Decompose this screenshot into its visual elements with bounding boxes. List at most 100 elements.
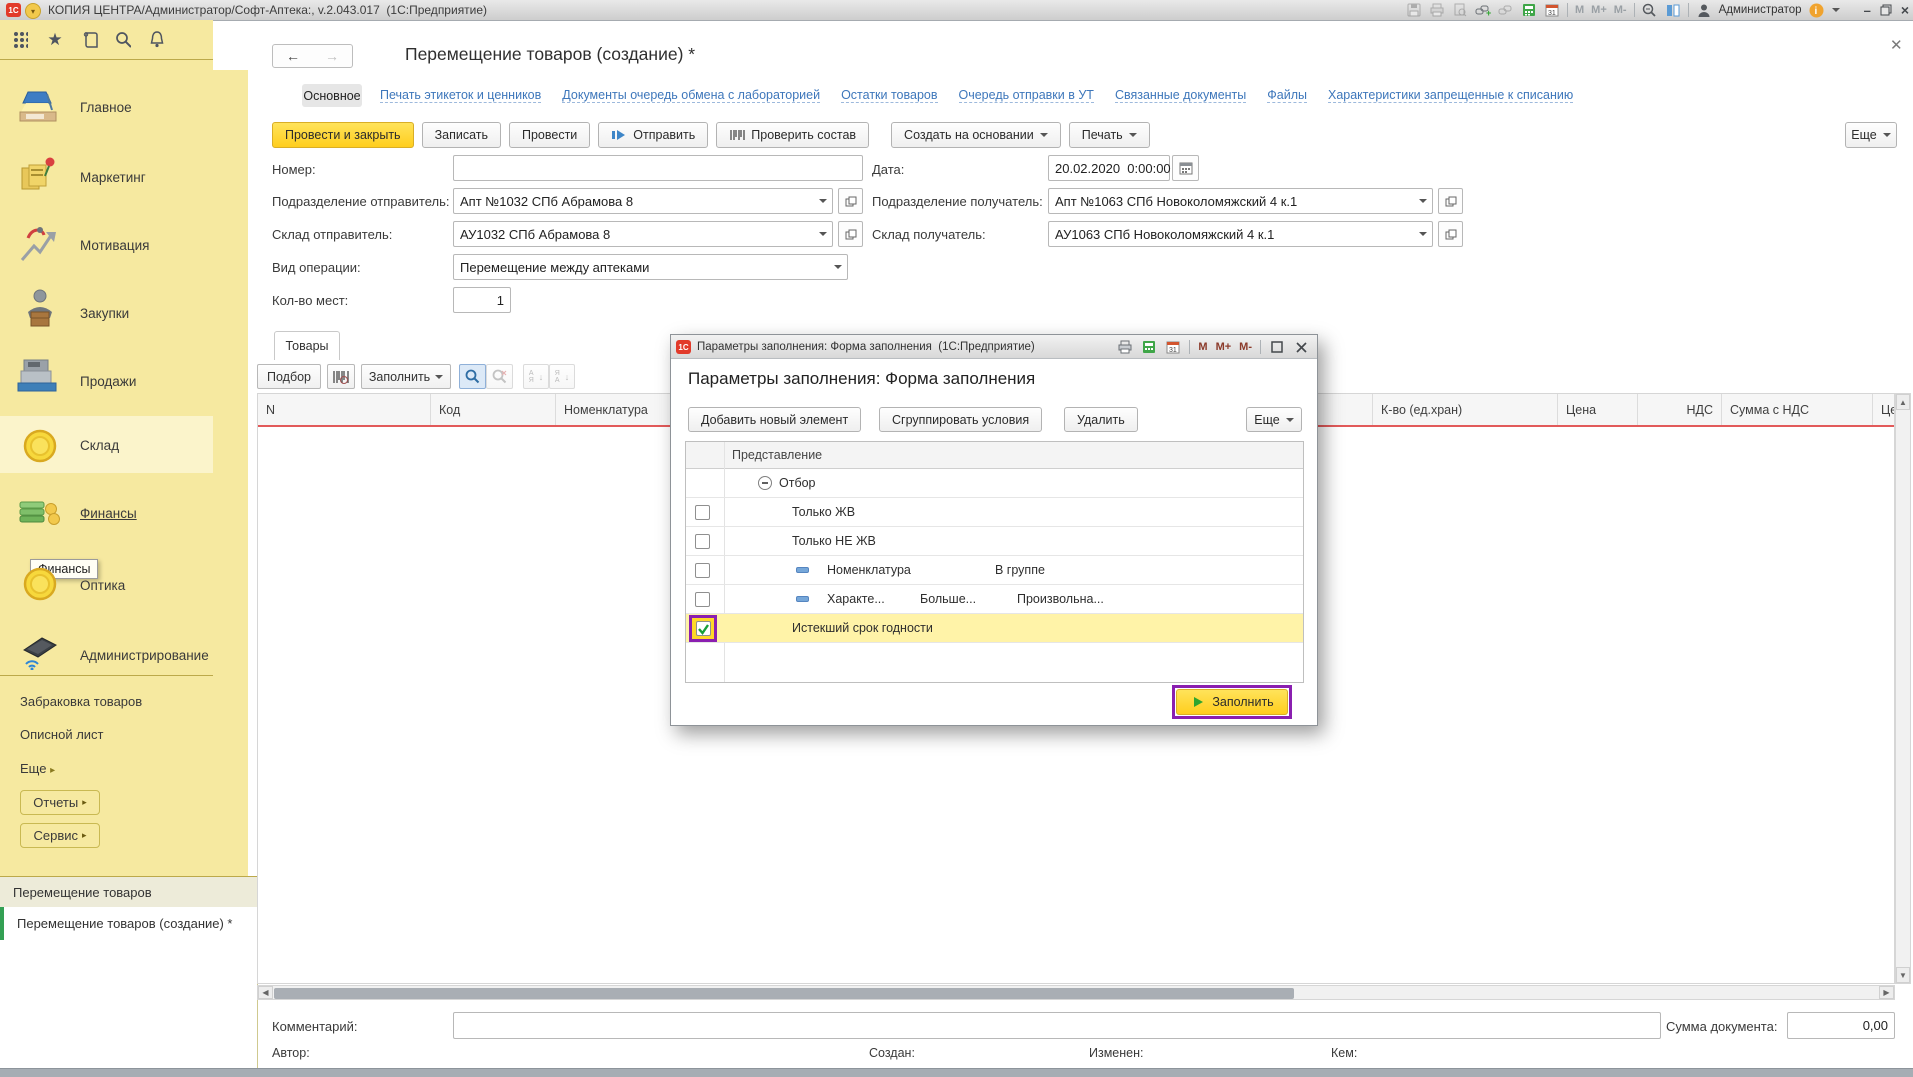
chevron-down-icon[interactable] (814, 199, 832, 203)
chevron-down-icon[interactable] (1414, 199, 1432, 203)
tab-harakteristiki[interactable]: Характеристики запрещенные к списанию (1328, 88, 1573, 103)
col-cena[interactable]: Цена (1558, 394, 1638, 425)
collapse-minus-icon[interactable] (758, 476, 772, 490)
wh-from-open-button[interactable] (838, 221, 863, 247)
chevron-down-icon[interactable] (829, 265, 847, 269)
wh-to-combo[interactable]: АУ1063 СПб Новоколомяжский 4 к.1 (1048, 221, 1433, 247)
print-button[interactable]: Печать (1069, 122, 1150, 148)
condition-row[interactable]: Только НЕ ЖВ (686, 527, 1303, 556)
wh-to-open-button[interactable] (1438, 221, 1463, 247)
sidebar-item-glavnoe[interactable]: Главное (0, 78, 213, 140)
maximize-icon[interactable] (1269, 339, 1285, 355)
col-kvo-ed[interactable]: К-во (ед.хран) (1373, 394, 1558, 425)
wh-from-combo[interactable]: АУ1032 СПб Абрамова 8 (453, 221, 833, 247)
horizontal-scrollbar[interactable]: ◀ ▶ (257, 985, 1895, 1000)
history-icon[interactable] (82, 32, 98, 48)
post-button[interactable]: Провести (509, 122, 590, 148)
dialog-titlebar[interactable]: 1С Параметры заполнения: Форма заполнени… (671, 335, 1317, 359)
sidebar-item-finansy[interactable]: Финансы (0, 484, 213, 546)
notifications-bell-icon[interactable] (148, 32, 164, 48)
dep-to-open-button[interactable] (1438, 188, 1463, 214)
dialog-more-button[interactable]: Еще (1246, 407, 1302, 432)
col-kod[interactable]: Код (431, 394, 556, 425)
memory-mplus-button[interactable]: M+ (1216, 341, 1232, 353)
scroll-up-icon[interactable]: ▲ (1896, 394, 1910, 410)
tab-dokumenty-ochered[interactable]: Документы очередь обмена с лабораторией (562, 88, 820, 103)
checkbox-unchecked[interactable] (695, 592, 710, 607)
tab-ochered-ut[interactable]: Очередь отправки в УТ (959, 88, 1094, 103)
group-conditions-button[interactable]: Сгруппировать условия (879, 407, 1042, 432)
delete-button[interactable]: Удалить (1064, 407, 1138, 432)
sync-link-icon[interactable]: + (1475, 2, 1491, 18)
fill-button[interactable]: Заполнить (1176, 689, 1288, 715)
minimize-button[interactable]: – (1864, 3, 1871, 18)
chevron-down-icon[interactable] (1414, 232, 1432, 236)
reports-button[interactable]: Отчеты▸ (20, 790, 100, 815)
add-element-button[interactable]: Добавить новый элемент (688, 407, 861, 432)
scrollbar-thumb[interactable] (274, 988, 1294, 999)
memory-m-button[interactable]: M (1198, 341, 1207, 353)
col-nds[interactable]: НДС (1638, 394, 1722, 425)
menu-grid-icon[interactable] (12, 32, 28, 48)
sidebar-link-zabrakovka[interactable]: Забраковка товаров (20, 694, 142, 709)
tab-tovary[interactable]: Товары (274, 331, 340, 360)
scroll-down-icon[interactable]: ▼ (1896, 967, 1910, 983)
checkbox-unchecked[interactable] (695, 563, 710, 578)
user-name[interactable]: Администратор (1719, 4, 1802, 16)
close-form-icon[interactable]: ✕ (1890, 36, 1903, 54)
fill-dropdown-button[interactable]: Заполнить (361, 364, 451, 389)
write-button[interactable]: Записать (422, 122, 501, 148)
dep-to-combo[interactable]: Апт №1063 СПб Новоколомяжский 4 к.1 (1048, 188, 1433, 214)
date-input[interactable]: 20.02.2020 0:00:00 (1048, 155, 1170, 181)
filter-group-row[interactable]: Отбор (686, 469, 1303, 498)
search-button[interactable] (459, 364, 486, 389)
sidebar-item-prodazhi[interactable]: Продажи (0, 350, 213, 412)
sidebar-item-optika[interactable]: Оптика (0, 552, 213, 614)
sidebar-item-marketing[interactable]: Маркетинг (0, 146, 213, 208)
col-summa-nds[interactable]: Сумма с НДС (1722, 394, 1873, 425)
checkbox-unchecked[interactable] (695, 534, 710, 549)
condition-row-selected[interactable]: Истекший срок годности (686, 614, 1303, 643)
sidebar-item-zakupki[interactable]: Закупки (0, 282, 213, 344)
sidebar-item-sklad[interactable]: Склад (0, 418, 213, 474)
dep-from-open-button[interactable] (838, 188, 863, 214)
create-based-on-button[interactable]: Создать на основании (891, 122, 1061, 148)
calculator-icon[interactable] (1521, 2, 1537, 18)
sidebar-item-motivacia[interactable]: Мотивация (0, 214, 213, 276)
calendar-icon[interactable]: 31 (1544, 2, 1560, 18)
restore-button[interactable] (1878, 2, 1894, 18)
more-button[interactable]: Еще (1845, 122, 1897, 148)
col-cena-r[interactable]: Цена р (1873, 394, 1894, 425)
info-dropdown-icon[interactable] (1832, 8, 1840, 12)
post-and-close-button[interactable]: Провести и закрыть (272, 122, 414, 148)
scroll-right-icon[interactable]: ▶ (1879, 986, 1894, 999)
date-calendar-button[interactable] (1172, 155, 1199, 181)
sidebar-link-opisnoy[interactable]: Описной лист (20, 727, 104, 742)
service-button[interactable]: Сервис▸ (20, 823, 100, 848)
checkbox-checked[interactable] (696, 621, 711, 636)
columns-panel-icon[interactable] (1665, 2, 1681, 18)
condition-row[interactable]: Номенклатура В группе (686, 556, 1303, 585)
chevron-down-icon[interactable] (814, 232, 832, 236)
condition-row[interactable]: Характе... Больше... Произвольна... (686, 585, 1303, 614)
vertical-scrollbar[interactable]: ▲ ▼ (1895, 393, 1911, 984)
condition-row[interactable]: Только ЖВ (686, 498, 1303, 527)
info-icon[interactable]: i (1809, 2, 1825, 18)
tab-pechat-etiketok[interactable]: Печать этикеток и ценников (380, 88, 541, 103)
print-icon[interactable] (1117, 339, 1133, 355)
tab-osnovnoe[interactable]: Основное (302, 84, 362, 107)
forward-button[interactable]: → (312, 44, 353, 68)
operation-combo[interactable]: Перемещение между аптеками (453, 254, 848, 280)
close-window-button[interactable]: × (1901, 2, 1909, 18)
zoom-icon[interactable] (1642, 2, 1658, 18)
tab-fayly[interactable]: Файлы (1267, 88, 1307, 103)
col-n[interactable]: N (258, 394, 431, 425)
scroll-left-icon[interactable]: ◀ (258, 986, 273, 999)
tab-ostatki[interactable]: Остатки товаров (841, 88, 937, 103)
open-window-item-active[interactable]: Перемещение товаров (создание) * (0, 907, 257, 940)
open-window-item[interactable]: Перемещение товаров (0, 877, 257, 907)
number-input[interactable] (453, 155, 863, 181)
calculator-icon[interactable] (1141, 339, 1157, 355)
tab-svyazannye[interactable]: Связанные документы (1115, 88, 1246, 103)
close-dialog-icon[interactable] (1293, 339, 1309, 355)
